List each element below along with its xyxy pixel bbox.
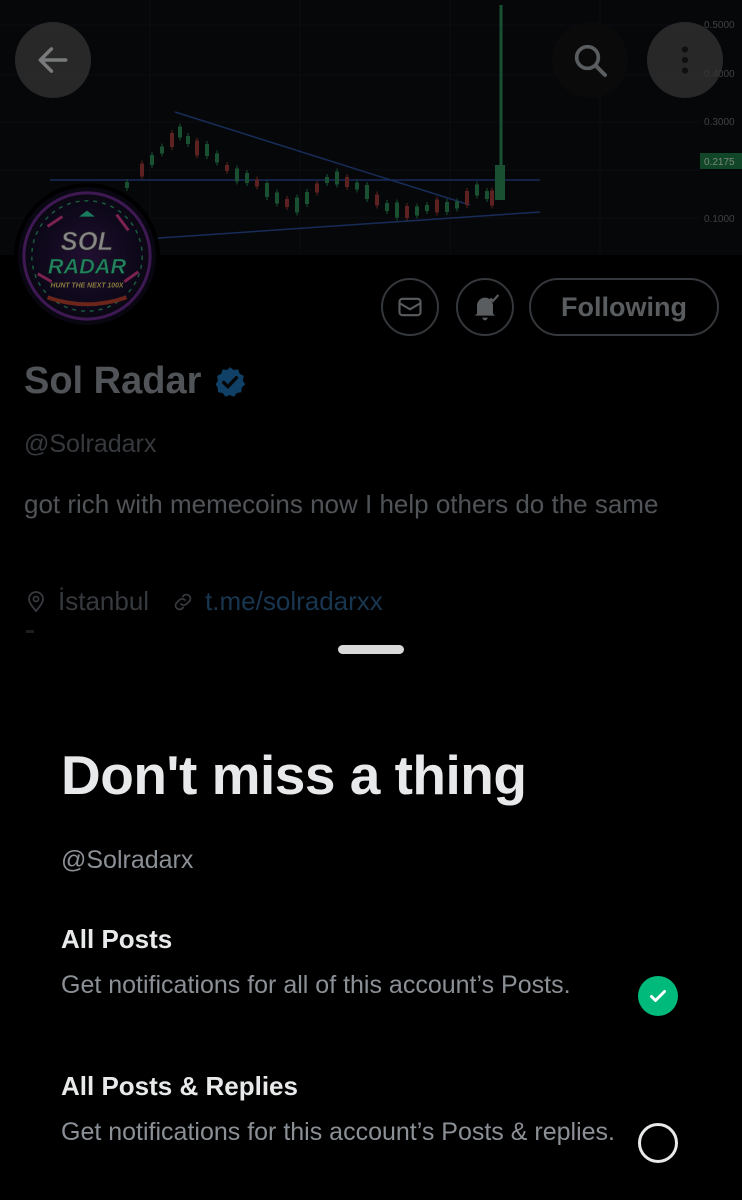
candle-body [490, 190, 494, 206]
profile-meta: İstanbul t.me/solradarxx [24, 586, 383, 617]
option-all-posts-radio[interactable] [638, 976, 678, 1016]
candle-body [365, 185, 369, 199]
candle-body [435, 199, 439, 213]
arrow-left-icon [38, 47, 68, 73]
candle-body [285, 199, 289, 207]
mail-icon [398, 297, 422, 317]
axis-label-2: 0.3000 [704, 117, 735, 128]
more-vertical-icon [681, 46, 689, 74]
following-button[interactable]: Following [529, 278, 719, 336]
candle-body [265, 183, 269, 197]
candle-body [225, 165, 229, 171]
candle-body [325, 177, 329, 183]
profile-location: İstanbul [58, 586, 150, 616]
logo-text-radar: RADAR [48, 254, 127, 279]
axis-label-3: 0.2175 [704, 157, 735, 168]
search-icon [574, 44, 607, 77]
profile-name-row: Sol Radar [24, 360, 247, 403]
candle-body [215, 153, 219, 163]
notifications-button[interactable] [456, 278, 514, 336]
candle-body [405, 206, 409, 218]
candle-body [205, 144, 209, 156]
candle-body [335, 171, 339, 185]
candle-body [160, 146, 164, 154]
candle-body [345, 177, 349, 187]
message-button[interactable] [381, 278, 439, 336]
option-posts-replies-title[interactable]: All Posts & Replies [61, 1071, 298, 1102]
candle-body [295, 197, 299, 213]
candle-body [455, 201, 459, 209]
profile-link[interactable]: t.me/solradarxx [205, 586, 383, 617]
candle-body [125, 182, 129, 188]
candle-body [170, 133, 174, 147]
candle-body [255, 179, 259, 187]
candle-body [178, 126, 182, 138]
profile-bio: got rich with memecoins now I help other… [24, 489, 659, 519]
candle-body [315, 183, 319, 193]
candle-body [425, 205, 429, 211]
bell-check-icon [475, 294, 500, 321]
candle-body [305, 192, 309, 204]
logo-tagline: HUNT THE NEXT 100X [51, 283, 124, 290]
sheet-handle: @Solradarx [61, 846, 194, 874]
candle-body [355, 182, 359, 190]
candle-body [385, 203, 389, 211]
back-button[interactable] [15, 22, 91, 98]
divider-stub [26, 630, 34, 633]
candle-body [475, 184, 479, 196]
location-pin-icon [28, 590, 44, 612]
candle-body [235, 168, 239, 182]
candle-body [415, 206, 419, 216]
sheet-title: Don't miss a thing [61, 744, 527, 806]
verified-badge-icon[interactable] [213, 365, 247, 399]
avatar[interactable]: SOL RADAR HUNT THE NEXT 100X [14, 183, 160, 329]
candle-body [140, 163, 144, 177]
option-posts-replies-description: Get notifications for this account’s Pos… [61, 1118, 615, 1146]
candle-body [375, 194, 379, 206]
candle-body [445, 202, 449, 212]
candle-body [275, 192, 279, 204]
candle-body [245, 173, 249, 183]
checkmark-icon [650, 990, 666, 1002]
candle-body [186, 136, 190, 144]
profile-name: Sol Radar [24, 360, 202, 402]
sheet-grabber[interactable] [338, 645, 404, 654]
candle-body [195, 140, 199, 156]
option-all-posts-title[interactable]: All Posts [61, 924, 172, 955]
candle-body [395, 202, 399, 218]
option-posts-replies-radio[interactable] [638, 1123, 678, 1163]
sol-radar-logo: SOL RADAR HUNT THE NEXT 100X [18, 187, 156, 325]
link-icon [174, 593, 192, 610]
candle-body [465, 191, 469, 205]
candle-body [485, 191, 489, 199]
notification-settings-sheet: Don't miss a thing @Solradarx All Posts … [0, 640, 742, 1200]
search-button[interactable] [552, 22, 628, 98]
option-all-posts-description: Get notifications for all of this accoun… [61, 971, 571, 999]
logo-text-sol: SOL [61, 228, 114, 256]
profile-handle: @Solradarx [24, 430, 157, 458]
more-options-button[interactable] [647, 22, 723, 98]
candle-body [150, 155, 154, 165]
axis-label-4: 0.1000 [704, 214, 735, 225]
